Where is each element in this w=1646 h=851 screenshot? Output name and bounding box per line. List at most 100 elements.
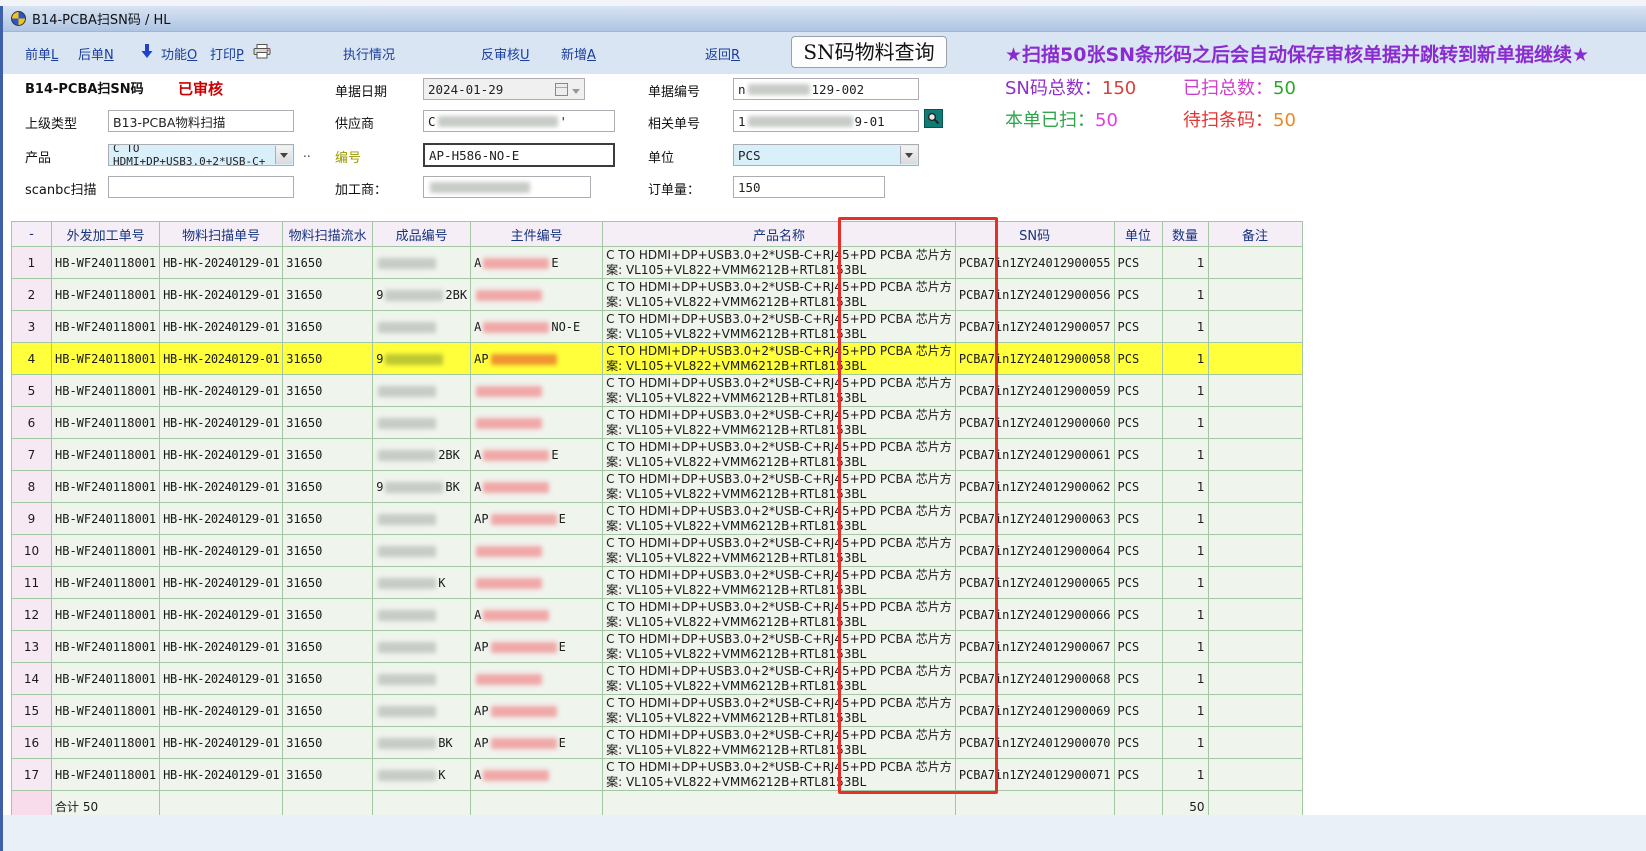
column-header-8[interactable]: 单位 <box>1114 222 1162 247</box>
cell-sn-code[interactable]: PCBA7in1ZY24012900071 <box>955 759 1114 791</box>
toolbar-item-functions[interactable]: 功能O <box>161 44 197 63</box>
search-icon[interactable] <box>924 109 943 128</box>
cell-wf-order-no[interactable]: HB-WF240118001 <box>52 407 160 439</box>
cell-row-number[interactable]: 17 <box>12 759 52 791</box>
cell-sn-code[interactable]: PCBA7in1ZY24012900061 <box>955 439 1114 471</box>
cell-wf-order-no[interactable]: HB-WF240118001 <box>52 567 160 599</box>
cell-sn-code[interactable]: PCBA7in1ZY24012900067 <box>955 631 1114 663</box>
cell-remark[interactable] <box>1208 311 1302 343</box>
cell-wf-order-no[interactable]: HB-WF240118001 <box>52 695 160 727</box>
cell-qty[interactable]: 1 <box>1162 631 1208 663</box>
cell-product-name[interactable]: C TO HDMI+DP+USB3.0+2*USB-C+RJ45+PD PCBA… <box>603 727 956 759</box>
cell-sn-code[interactable]: PCBA7in1ZY24012900069 <box>955 695 1114 727</box>
cell-qty[interactable]: 1 <box>1162 663 1208 695</box>
cell-product-code[interactable] <box>373 311 471 343</box>
cell-unit[interactable]: PCS <box>1114 503 1162 535</box>
cell-unit[interactable]: PCS <box>1114 247 1162 279</box>
cell-scan-order-no[interactable]: HB-HK-20240129-01 <box>160 663 283 695</box>
cell-scan-order-no[interactable]: HB-HK-20240129-01 <box>160 631 283 663</box>
cell-sn-code[interactable]: PCBA7in1ZY24012900065 <box>955 567 1114 599</box>
cell-sn-code[interactable]: PCBA7in1ZY24012900066 <box>955 599 1114 631</box>
cell-product-code[interactable] <box>373 503 471 535</box>
order-qty-field[interactable]: 150 <box>733 176 885 198</box>
cell-part-code[interactable] <box>471 567 603 599</box>
cell-remark[interactable] <box>1208 471 1302 503</box>
cell-qty[interactable]: 1 <box>1162 599 1208 631</box>
cell-product-name[interactable]: C TO HDMI+DP+USB3.0+2*USB-C+RJ45+PD PCBA… <box>603 311 956 343</box>
cell-product-code[interactable] <box>373 663 471 695</box>
cell-flow-no[interactable]: 31650 <box>283 407 373 439</box>
cell-part-code[interactable]: ANO-E <box>471 311 603 343</box>
cell-flow-no[interactable]: 31650 <box>283 663 373 695</box>
cell-product-name[interactable]: C TO HDMI+DP+USB3.0+2*USB-C+RJ45+PD PCBA… <box>603 695 956 727</box>
cell-flow-no[interactable]: 31650 <box>283 247 373 279</box>
toolbar-item-print[interactable]: 打印P <box>210 44 244 63</box>
cell-qty[interactable]: 1 <box>1162 439 1208 471</box>
cell-remark[interactable] <box>1208 663 1302 695</box>
cell-part-code[interactable]: APE <box>471 503 603 535</box>
cell-part-code[interactable]: AP <box>471 695 603 727</box>
cell-scan-order-no[interactable]: HB-HK-20240129-01 <box>160 439 283 471</box>
cell-product-name[interactable]: C TO HDMI+DP+USB3.0+2*USB-C+RJ45+PD PCBA… <box>603 503 956 535</box>
cell-part-code[interactable]: A <box>471 599 603 631</box>
cell-scan-order-no[interactable]: HB-HK-20240129-01 <box>160 311 283 343</box>
cell-scan-order-no[interactable]: HB-HK-20240129-01 <box>160 407 283 439</box>
cell-product-name[interactable]: C TO HDMI+DP+USB3.0+2*USB-C+RJ45+PD PCBA… <box>603 663 956 695</box>
doc-date-field[interactable]: 2024-01-29 <box>423 78 585 100</box>
unit-combobox[interactable]: PCS <box>733 144 919 166</box>
cell-part-code[interactable] <box>471 663 603 695</box>
cell-wf-order-no[interactable]: HB-WF240118001 <box>52 279 160 311</box>
cell-unit[interactable]: PCS <box>1114 343 1162 375</box>
cell-product-name[interactable]: C TO HDMI+DP+USB3.0+2*USB-C+RJ45+PD PCBA… <box>603 343 956 375</box>
supplier-field[interactable]: C' <box>423 110 615 132</box>
cell-part-code[interactable] <box>471 375 603 407</box>
cell-remark[interactable] <box>1208 567 1302 599</box>
toolbar-item-exec-status[interactable]: 执行情况 <box>343 44 395 63</box>
cell-scan-order-no[interactable]: HB-HK-20240129-01 <box>160 375 283 407</box>
cell-scan-order-no[interactable]: HB-HK-20240129-01 <box>160 471 283 503</box>
cell-wf-order-no[interactable]: HB-WF240118001 <box>52 439 160 471</box>
cell-product-code[interactable]: K <box>373 567 471 599</box>
cell-wf-order-no[interactable]: HB-WF240118001 <box>52 631 160 663</box>
cell-part-code[interactable] <box>471 279 603 311</box>
cell-unit[interactable]: PCS <box>1114 535 1162 567</box>
cell-flow-no[interactable]: 31650 <box>283 727 373 759</box>
parent-type-field[interactable]: B13-PCBA物料扫描 <box>108 110 294 132</box>
cell-scan-order-no[interactable]: HB-HK-20240129-01 <box>160 599 283 631</box>
cell-unit[interactable]: PCS <box>1114 471 1162 503</box>
cell-row-number[interactable]: 14 <box>12 663 52 695</box>
cell-wf-order-no[interactable]: HB-WF240118001 <box>52 471 160 503</box>
cell-product-code[interactable] <box>373 375 471 407</box>
cell-row-number[interactable]: 2 <box>12 279 52 311</box>
cell-remark[interactable] <box>1208 759 1302 791</box>
cell-wf-order-no[interactable]: HB-WF240118001 <box>52 535 160 567</box>
cell-row-number[interactable]: 13 <box>12 631 52 663</box>
toolbar-item-return[interactable]: 返回R <box>705 44 740 63</box>
cell-product-code[interactable]: 2BK <box>373 439 471 471</box>
cell-part-code[interactable] <box>471 535 603 567</box>
cell-unit[interactable]: PCS <box>1114 407 1162 439</box>
cell-flow-no[interactable]: 31650 <box>283 439 373 471</box>
cell-unit[interactable]: PCS <box>1114 599 1162 631</box>
column-header-0[interactable]: - <box>12 222 52 247</box>
cell-sn-code[interactable]: PCBA7in1ZY24012900068 <box>955 663 1114 695</box>
cell-flow-no[interactable]: 31650 <box>283 375 373 407</box>
cell-remark[interactable] <box>1208 343 1302 375</box>
cell-sn-code[interactable]: PCBA7in1ZY24012900057 <box>955 311 1114 343</box>
cell-remark[interactable] <box>1208 439 1302 471</box>
cell-product-name[interactable]: C TO HDMI+DP+USB3.0+2*USB-C+RJ45+PD PCBA… <box>603 375 956 407</box>
cell-scan-order-no[interactable]: HB-HK-20240129-01 <box>160 247 283 279</box>
cell-qty[interactable]: 1 <box>1162 471 1208 503</box>
cell-unit[interactable]: PCS <box>1114 695 1162 727</box>
cell-product-code[interactable]: 92BK <box>373 279 471 311</box>
sn-material-query-button[interactable]: SN码物料查询 <box>791 36 947 68</box>
cell-unit[interactable]: PCS <box>1114 375 1162 407</box>
down-arrow-icon[interactable] <box>141 44 153 63</box>
cell-part-code[interactable]: APE <box>471 727 603 759</box>
cell-product-name[interactable]: C TO HDMI+DP+USB3.0+2*USB-C+RJ45+PD PCBA… <box>603 471 956 503</box>
cell-unit[interactable]: PCS <box>1114 439 1162 471</box>
cell-remark[interactable] <box>1208 247 1302 279</box>
cell-wf-order-no[interactable]: HB-WF240118001 <box>52 727 160 759</box>
cell-scan-order-no[interactable]: HB-HK-20240129-01 <box>160 503 283 535</box>
cell-product-name[interactable]: C TO HDMI+DP+USB3.0+2*USB-C+RJ45+PD PCBA… <box>603 247 956 279</box>
